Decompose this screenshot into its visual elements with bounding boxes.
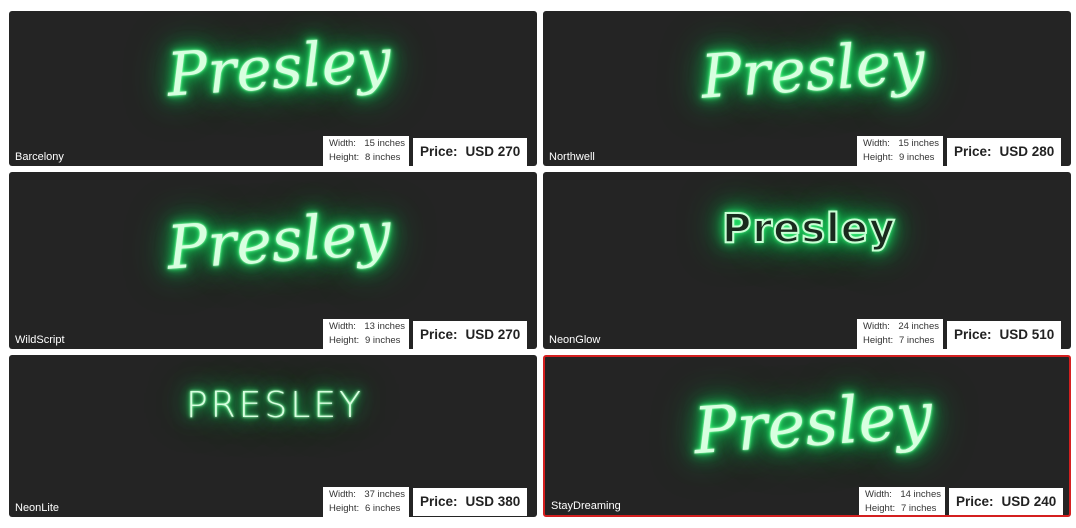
font-option-card-wildscript[interactable]: Presley WildScript Width: 13 inches Heigh…	[9, 172, 537, 349]
price-value: USD 380	[465, 494, 521, 509]
width-value: 15 inches	[898, 138, 939, 149]
width-value: 24 inches	[898, 321, 939, 332]
height-label: Height:	[329, 152, 360, 163]
neon-preview-text: Presley	[164, 198, 394, 284]
price-box: Price: USD 510	[947, 321, 1062, 349]
width-label: Width:	[863, 138, 890, 149]
height-value: 9 inches	[365, 335, 401, 346]
font-name-label: WildScript	[15, 334, 65, 346]
font-name-label: NeonLite	[15, 502, 60, 514]
size-info-box: Width: 13 inches Height: 9 inches	[323, 319, 409, 349]
height-label: Height:	[329, 503, 360, 514]
font-option-card-staydreaming[interactable]: Presley StayDreaming Width: 14 inches Hei…	[543, 355, 1071, 517]
neon-preview-text: Presley	[691, 378, 935, 470]
price-label: Price:	[954, 327, 992, 342]
price-label: Price:	[954, 144, 992, 159]
height-label: Height:	[329, 335, 360, 346]
neon-preview-text: PRESLEY	[185, 385, 365, 426]
font-options-grid: Presley Barcelony Width: 15 inches Height…	[0, 0, 1076, 528]
price-value: USD 280	[999, 144, 1055, 159]
price-label: Price:	[420, 494, 458, 509]
width-value: 37 inches	[364, 489, 405, 500]
height-label: Height:	[863, 335, 894, 346]
width-label: Width:	[863, 321, 890, 332]
price-label: Price:	[420, 144, 458, 159]
price-value: USD 270	[465, 327, 521, 342]
price-box: Price: USD 380	[413, 488, 528, 516]
width-value: 14 inches	[900, 489, 941, 500]
price-box: Price: USD 270	[413, 321, 528, 349]
height-label: Height:	[863, 152, 894, 163]
neon-preview-text: Presley	[164, 25, 394, 111]
price-box: Price: USD 240	[949, 488, 1064, 515]
neon-preview-text: Presley	[698, 27, 928, 113]
price-label: Price:	[420, 327, 458, 342]
height-value: 9 inches	[899, 152, 935, 163]
width-value: 15 inches	[364, 138, 405, 149]
size-info-box: Width: 15 inches Height: 8 inches	[323, 136, 409, 166]
width-label: Width:	[865, 489, 892, 500]
price-value: USD 270	[465, 144, 521, 159]
width-label: Width:	[329, 489, 356, 500]
neon-preview-text: Presley	[721, 205, 896, 253]
height-value: 7 inches	[901, 503, 937, 514]
price-value: USD 510	[999, 327, 1055, 342]
height-value: 7 inches	[899, 335, 935, 346]
size-info-box: Width: 24 inches Height: 7 inches	[857, 319, 943, 349]
height-value: 6 inches	[365, 503, 401, 514]
height-value: 8 inches	[365, 152, 401, 163]
size-info-box: Width: 14 inches Height: 7 inches	[859, 487, 945, 515]
width-value: 13 inches	[364, 321, 405, 332]
font-option-card-neonglow[interactable]: Presley NeonGlow Width: 24 inches Height:…	[543, 172, 1071, 349]
price-box: Price: USD 270	[413, 138, 528, 166]
font-name-label: NeonGlow	[549, 334, 601, 346]
font-name-label: StayDreaming	[551, 500, 621, 512]
height-label: Height:	[865, 503, 896, 514]
font-name-label: Barcelony	[15, 151, 64, 163]
width-label: Width:	[329, 138, 356, 149]
size-info-box: Width: 15 inches Height: 9 inches	[857, 136, 943, 166]
font-option-card-northwell[interactable]: Presley Northwell Width: 15 inches Height…	[543, 11, 1071, 166]
size-info-box: Width: 37 inches Height: 6 inches	[323, 487, 409, 517]
font-option-card-neonlite[interactable]: PRESLEY NeonLite Width: 37 inches Height:…	[9, 355, 537, 517]
price-box: Price: USD 280	[947, 138, 1062, 166]
price-label: Price:	[956, 494, 994, 509]
width-label: Width:	[329, 321, 356, 332]
font-name-label: Northwell	[549, 151, 595, 163]
price-value: USD 240	[1001, 494, 1057, 509]
font-option-card-barcelony[interactable]: Presley Barcelony Width: 15 inches Height…	[9, 11, 537, 166]
